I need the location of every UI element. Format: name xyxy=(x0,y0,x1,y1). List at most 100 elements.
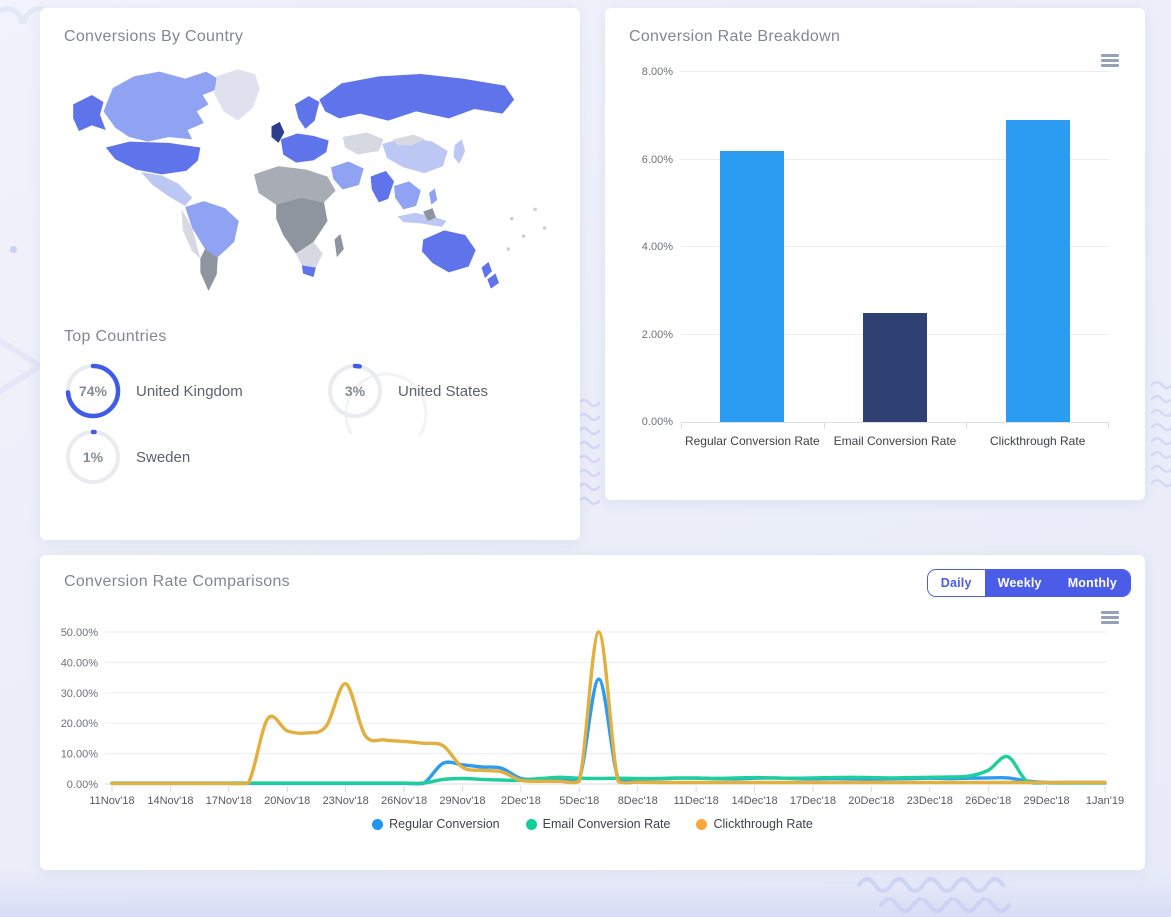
map-country[interactable] xyxy=(73,95,106,131)
map-country[interactable] xyxy=(214,69,259,120)
x-axis-label: 14Dec'18 xyxy=(731,795,777,807)
y-axis-label: 30.00% xyxy=(61,688,99,700)
map-country[interactable] xyxy=(429,188,437,204)
conversions-by-country-card: Conversions By Country xyxy=(40,8,580,540)
bar-email-conversion-rate[interactable] xyxy=(863,313,927,422)
map-country[interactable] xyxy=(398,213,447,227)
x-axis-label: 23Nov'18 xyxy=(323,795,369,807)
y-axis-label: 10.00% xyxy=(61,749,99,761)
map-country[interactable] xyxy=(104,72,218,142)
map-country[interactable] xyxy=(281,134,329,163)
card-title: Conversions By Country xyxy=(64,28,556,46)
x-axis-label: 26Nov'18 xyxy=(381,795,427,807)
series-line-clickthrough-rate[interactable] xyxy=(112,632,1105,784)
x-axis-label: 8Dec'18 xyxy=(618,795,658,807)
map-country[interactable] xyxy=(371,171,394,202)
pacific-islands xyxy=(507,208,547,251)
top-country-item: 1% Sweden xyxy=(64,428,326,486)
x-axis-label: 5Dec'18 xyxy=(559,795,599,807)
y-axis-label: 0.00% xyxy=(629,416,673,428)
legend-label: Regular Conversion xyxy=(389,817,499,831)
x-axis-tick xyxy=(681,422,682,429)
x-axis-tick xyxy=(824,422,825,429)
top-country-item: 3% United States xyxy=(326,362,556,420)
x-axis-label: 20Nov'18 xyxy=(264,795,310,807)
map-country[interactable] xyxy=(295,96,320,129)
x-axis-tick xyxy=(966,422,967,429)
map-country[interactable] xyxy=(394,181,421,209)
legend-dot xyxy=(372,819,383,830)
wave-edge-decoration xyxy=(1150,378,1171,490)
legend-item-clickthrough-rate[interactable]: Clickthrough Rate xyxy=(696,817,812,831)
x-axis-label: 26Dec'18 xyxy=(965,795,1011,807)
y-axis-label: 8.00% xyxy=(629,66,673,78)
toggle-monthly[interactable]: Monthly xyxy=(1055,570,1130,596)
country-progress-ring: 1% xyxy=(64,428,122,486)
country-progress-ring: 74% xyxy=(64,362,122,420)
country-label: Sweden xyxy=(136,449,190,466)
line-chart: 0.00% 10.00% 20.00% 30.00% 40.00% 50.00% 11Nov… xyxy=(50,615,1135,815)
bar-clickthrough-rate[interactable] xyxy=(1006,120,1070,422)
map-country[interactable] xyxy=(141,172,192,206)
map-country[interactable] xyxy=(106,142,201,175)
legend-label: Clickthrough Rate xyxy=(713,817,812,831)
legend-item-regular-conversion[interactable]: Regular Conversion xyxy=(372,817,499,831)
range-toggle: DailyWeeklyMonthly xyxy=(927,569,1131,597)
top-countries-list: 74% United Kingdom 3% United States 1% Swed… xyxy=(64,362,556,486)
map-country[interactable] xyxy=(422,230,476,272)
x-axis-tick xyxy=(1108,422,1109,429)
world-map-choropleth xyxy=(64,60,556,298)
bar-chart: 0.00%2.00%4.00%6.00%8.00%Regular Convers… xyxy=(629,72,1109,422)
bar-category-label: Clickthrough Rate xyxy=(966,434,1109,448)
legend-dot xyxy=(696,819,707,830)
legend-label: Email Conversion Rate xyxy=(543,817,671,831)
x-axis-label: 23Dec'18 xyxy=(907,795,953,807)
map-country[interactable] xyxy=(331,162,364,190)
top-countries-title: Top Countries xyxy=(64,328,556,346)
card-title: Conversion Rate Breakdown xyxy=(629,28,1121,46)
y-axis-label: 4.00% xyxy=(629,241,673,253)
bar-category-label: Regular Conversion Rate xyxy=(681,434,824,448)
map-country[interactable] xyxy=(482,262,500,289)
y-axis-label: 0.00% xyxy=(67,779,98,791)
bar-category-label: Email Conversion Rate xyxy=(824,434,967,448)
bar-regular-conversion-rate[interactable] xyxy=(720,151,784,422)
y-axis-label: 40.00% xyxy=(61,657,99,669)
x-axis-label: 2Dec'18 xyxy=(501,795,541,807)
toggle-weekly[interactable]: Weekly xyxy=(985,570,1055,596)
country-progress-ring: 3% xyxy=(326,362,384,420)
y-axis-label: 50.00% xyxy=(61,627,99,639)
map-country[interactable] xyxy=(343,132,384,154)
conversion-rate-breakdown-card: Conversion Rate Breakdown 0.00% 2.00% 4.00… xyxy=(605,8,1145,500)
y-axis-label: 20.00% xyxy=(61,718,99,730)
bottom-gradient-band xyxy=(0,869,1171,917)
toggle-daily[interactable]: Daily xyxy=(928,570,985,596)
map-country[interactable] xyxy=(319,74,514,121)
x-axis-line xyxy=(681,422,1109,423)
country-percent: 1% xyxy=(64,428,122,486)
map-country[interactable] xyxy=(454,139,466,164)
country-label: United States xyxy=(398,383,488,400)
map-country[interactable] xyxy=(276,198,327,254)
x-axis-label: 14Nov'18 xyxy=(147,795,193,807)
x-axis-label: 1Jan'19 xyxy=(1086,795,1124,807)
chart-legend: Regular Conversion Email Conversion Rate C… xyxy=(40,817,1145,831)
x-axis-label: 17Dec'18 xyxy=(790,795,836,807)
map-country[interactable] xyxy=(254,166,336,205)
legend-dot xyxy=(526,819,537,830)
legend-item-email-conversion-rate[interactable]: Email Conversion Rate xyxy=(526,817,671,831)
y-axis-label: 2.00% xyxy=(629,329,673,341)
map-country[interactable] xyxy=(335,234,344,257)
x-axis-label: 11Nov'18 xyxy=(89,795,134,807)
country-percent: 3% xyxy=(326,362,384,420)
country-percent: 74% xyxy=(64,362,122,420)
top-country-item: 74% United Kingdom xyxy=(64,362,326,420)
conversion-rate-comparisons-card: Conversion Rate Comparisons DailyWeeklyM… xyxy=(40,555,1145,870)
x-axis-label: 29Dec'18 xyxy=(1024,795,1070,807)
x-axis-label: 11Dec'18 xyxy=(673,795,718,807)
menu-icon[interactable] xyxy=(1101,54,1119,69)
dot-decoration xyxy=(10,246,17,253)
x-axis-label: 20Dec'18 xyxy=(848,795,894,807)
country-label: United Kingdom xyxy=(136,383,243,400)
squiggle-decoration xyxy=(853,871,1063,915)
